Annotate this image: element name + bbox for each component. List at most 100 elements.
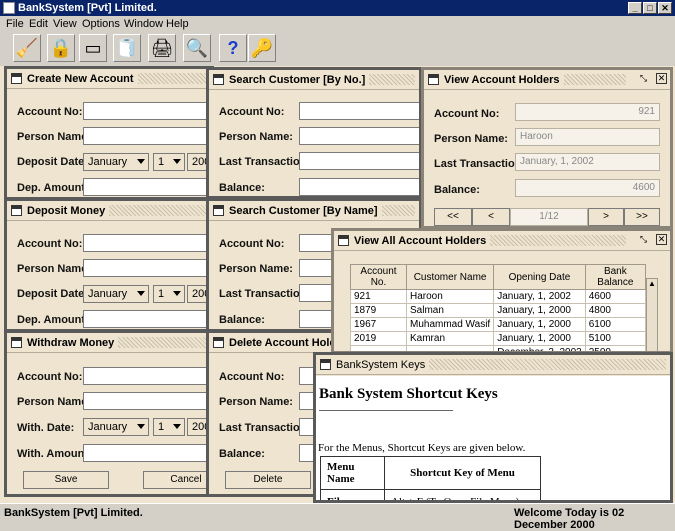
person-name-input[interactable] bbox=[299, 127, 419, 145]
shortcut-table: Menu Name Shortcut Key of Menu File Alt … bbox=[320, 456, 541, 500]
account-no-input[interactable] bbox=[299, 102, 419, 120]
menu-window[interactable]: Window bbox=[124, 18, 163, 30]
person-name-label: Person Name: bbox=[17, 396, 91, 408]
balance-label: Balance: bbox=[219, 448, 265, 460]
column-header[interactable]: Account No. bbox=[350, 264, 407, 290]
window-title: Search Customer [By Name] bbox=[229, 205, 382, 217]
window-icon bbox=[320, 359, 331, 370]
deposit-date-label: Deposit Date: bbox=[17, 156, 88, 168]
account-no-input[interactable] bbox=[83, 234, 211, 252]
account-no-field: 921 bbox=[515, 103, 660, 121]
balance-input[interactable] bbox=[299, 178, 419, 196]
dep-amount-label: Dep. Amount: bbox=[17, 182, 89, 194]
menu-bar: File Edit View Options Window Help bbox=[0, 16, 675, 32]
last-transaction-label: Last Transaction: bbox=[219, 288, 311, 300]
app-title: BankSystem [Pvt] Limited. bbox=[18, 2, 157, 14]
menu-file[interactable]: File bbox=[6, 18, 24, 30]
eraser-icon[interactable]: ▭ bbox=[79, 34, 107, 62]
account-no-input[interactable] bbox=[83, 367, 211, 385]
printer-icon[interactable]: 🖨 bbox=[148, 34, 176, 62]
month-select[interactable]: January bbox=[83, 153, 149, 171]
save-button[interactable]: Save bbox=[23, 471, 109, 489]
dep-amount-label: Dep. Amount: bbox=[17, 314, 89, 326]
restore-icon[interactable]: ⤡ bbox=[638, 234, 649, 245]
last-record-button[interactable]: >> bbox=[624, 208, 660, 226]
minimize-button[interactable]: _ bbox=[628, 2, 642, 14]
window-icon bbox=[338, 235, 349, 246]
account-no-label: Account No: bbox=[219, 106, 285, 118]
account-no-label: Account No: bbox=[434, 108, 500, 120]
person-name-label: Person Name: bbox=[219, 396, 293, 408]
person-name-field: Haroon bbox=[515, 128, 660, 146]
month-select[interactable]: January bbox=[83, 418, 149, 436]
balance-label: Balance: bbox=[219, 182, 265, 194]
last-transaction-field: January, 1, 2002 bbox=[515, 153, 660, 171]
person-name-label: Person Name: bbox=[219, 263, 293, 275]
column-header: Menu Name bbox=[320, 456, 385, 490]
scroll-up-icon[interactable]: ▲ bbox=[647, 279, 657, 288]
column-header[interactable]: Customer Name bbox=[405, 264, 495, 290]
close-button[interactable]: ✕ bbox=[658, 2, 672, 14]
maximize-button[interactable]: □ bbox=[643, 2, 657, 14]
keys-icon[interactable]: 🔑 bbox=[248, 34, 276, 62]
close-icon[interactable]: ✕ bbox=[656, 234, 667, 245]
table-scrollbar[interactable]: ▲ bbox=[646, 278, 658, 351]
toilet-paper-icon[interactable]: 🧻 bbox=[113, 34, 141, 62]
status-bar: BankSystem [Pvt] Limited. Welcome Today … bbox=[0, 503, 675, 531]
person-name-label: Person Name: bbox=[219, 131, 293, 143]
account-no-label: Account No: bbox=[219, 371, 285, 383]
app-title-bar: BankSystem [Pvt] Limited. _ □ ✕ bbox=[0, 0, 675, 16]
window-title: BankSystem Keys bbox=[336, 359, 430, 371]
dep-amount-input[interactable] bbox=[83, 310, 211, 328]
with-amount-input[interactable] bbox=[83, 444, 211, 462]
column-header[interactable]: Bank Balance bbox=[584, 264, 647, 290]
magnifier-icon[interactable]: 🔍 bbox=[183, 34, 211, 62]
dep-amount-input[interactable] bbox=[83, 178, 211, 196]
view-account-holders-window: View Account Holders ⤡ ✕ Account No: 921… bbox=[421, 67, 673, 229]
status-company: BankSystem [Pvt] Limited. bbox=[4, 507, 143, 519]
window-title: Search Customer [By No.] bbox=[229, 74, 370, 86]
account-holders-table: Account No. Customer Name Opening Date B… bbox=[350, 264, 647, 351]
help-intro: For the Menus, Shortcut Keys are given b… bbox=[318, 442, 526, 454]
table-row[interactable]: 2019 Kamran January, 1, 2000 5100 bbox=[350, 331, 647, 346]
column-header[interactable]: Opening Date bbox=[493, 264, 586, 290]
table-row[interactable]: 921 Haroon January, 1, 2002 4600 bbox=[350, 289, 647, 304]
last-transaction-input[interactable] bbox=[299, 152, 419, 170]
table-row[interactable]: 1879 Salman January, 1, 2000 4800 bbox=[350, 303, 647, 318]
broom-icon[interactable]: 🧹 bbox=[13, 34, 41, 62]
deposit-date-label: Deposit Date: bbox=[17, 288, 88, 300]
window-icon bbox=[428, 74, 439, 85]
close-icon[interactable]: ✕ bbox=[656, 73, 667, 84]
month-select[interactable]: January bbox=[83, 285, 149, 303]
restore-icon[interactable]: ⤡ bbox=[638, 73, 649, 84]
day-select[interactable]: 1 bbox=[153, 153, 185, 171]
menu-edit[interactable]: Edit bbox=[29, 18, 48, 30]
account-no-label: Account No: bbox=[219, 238, 285, 250]
first-record-button[interactable]: << bbox=[434, 208, 472, 226]
lock-icon[interactable]: 🔒 bbox=[47, 34, 75, 62]
account-no-label: Account No: bbox=[17, 238, 83, 250]
help-heading: Bank System Shortcut Keys bbox=[319, 386, 498, 402]
person-name-input[interactable] bbox=[83, 259, 211, 277]
help-icon[interactable]: ? bbox=[219, 34, 247, 62]
menu-options[interactable]: Options bbox=[82, 18, 120, 30]
last-transaction-label: Last Transaction: bbox=[434, 158, 526, 170]
day-select[interactable]: 1 bbox=[153, 418, 185, 436]
person-name-label: Person Name: bbox=[17, 263, 91, 275]
window-icon bbox=[213, 74, 224, 85]
next-record-button[interactable]: > bbox=[588, 208, 624, 226]
person-name-input[interactable] bbox=[83, 392, 211, 410]
person-name-input[interactable] bbox=[83, 127, 211, 145]
delete-button[interactable]: Delete bbox=[225, 471, 311, 489]
account-no-input[interactable] bbox=[83, 102, 211, 120]
balance-label: Balance: bbox=[434, 184, 480, 196]
divider bbox=[319, 410, 453, 411]
menu-help[interactable]: Help bbox=[166, 18, 189, 30]
account-no-label: Account No: bbox=[17, 106, 83, 118]
table-row[interactable]: 1967 Muhammad Wasif January, 1, 2000 6100 bbox=[350, 317, 647, 332]
menu-view[interactable]: View bbox=[53, 18, 77, 30]
day-select[interactable]: 1 bbox=[153, 285, 185, 303]
prev-record-button[interactable]: < bbox=[472, 208, 510, 226]
with-amount-label: With. Amount: bbox=[17, 448, 92, 460]
cancel-button[interactable]: Cancel bbox=[143, 471, 211, 489]
